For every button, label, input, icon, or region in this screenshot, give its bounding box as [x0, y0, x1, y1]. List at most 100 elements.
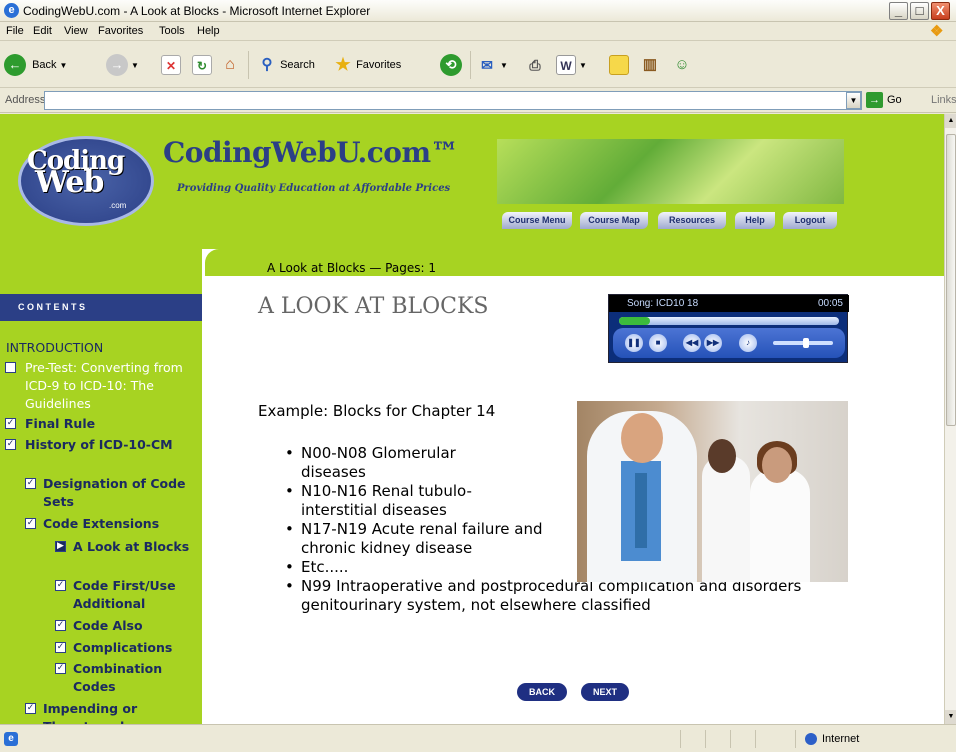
list-item: N17-N19 Acute renal failure and chronic …: [285, 520, 570, 558]
menu-view[interactable]: View: [64, 25, 88, 37]
address-bar: Address ▼ → Go Links: [0, 88, 956, 113]
print-button[interactable]: ⎙: [525, 52, 545, 78]
dropdown-arrow-icon[interactable]: ▼: [131, 61, 139, 70]
nav-course-map[interactable]: Course Map: [580, 212, 648, 229]
scroll-down-icon[interactable]: ▼: [945, 710, 956, 724]
list-item: N00-N08 Glomerular diseases: [285, 444, 500, 482]
close-button[interactable]: X: [931, 2, 950, 20]
forward-button[interactable]: → ▼: [106, 52, 139, 78]
status-bar: e Internet: [0, 724, 956, 752]
title-bar: e CodingWebU.com - A Look at Blocks - Mi…: [0, 0, 956, 22]
stop-button[interactable]: ✕: [161, 52, 181, 78]
song-time: 00:05: [817, 298, 843, 309]
dropdown-arrow-icon[interactable]: ▼: [579, 61, 587, 70]
windows-logo-icon: ❖: [930, 23, 944, 40]
dropdown-arrow-icon[interactable]: ▼: [60, 61, 68, 70]
home-button[interactable]: ⌂: [220, 52, 240, 78]
history-icon: ⟲: [440, 54, 462, 77]
star-icon: ★: [335, 55, 351, 75]
audio-player: Song: ICD10 18 00:05 ❚❚ ■ ◀◀ ▶▶ ♪: [608, 294, 849, 363]
messenger-button[interactable]: ☺: [672, 52, 692, 78]
seek-bar[interactable]: [619, 317, 839, 325]
discuss-button[interactable]: [609, 52, 629, 78]
list-item: N10-N16 Renal tubulo-interstitial diseas…: [285, 482, 525, 520]
next-icon[interactable]: ▶▶: [704, 334, 722, 352]
list-item: N99 Intraoperative and postprocedural co…: [285, 577, 845, 615]
volume-slider[interactable]: [773, 338, 833, 348]
site-brand: CodingWebU.com™: [163, 136, 459, 169]
favorites-button[interactable]: ★ Favorites: [333, 52, 401, 78]
mail-icon: ✉: [481, 57, 493, 74]
back-button[interactable]: ← Back ▼: [4, 52, 67, 78]
menu-edit[interactable]: Edit: [33, 25, 52, 37]
security-zone: Internet: [805, 733, 859, 746]
checkmark-icon: ✓: [5, 439, 16, 450]
history-button[interactable]: ⟲: [440, 52, 462, 78]
current-page-arrow-icon: ▶: [55, 541, 66, 552]
menu-bar: File Edit View Favorites Tools Help ❖: [0, 22, 956, 41]
stop-icon[interactable]: ■: [649, 334, 667, 352]
page-icon: e: [4, 732, 18, 746]
dropdown-arrow-icon[interactable]: ▼: [500, 61, 508, 70]
checkmark-icon: ✓: [25, 518, 36, 529]
home-icon: ⌂: [225, 56, 235, 74]
example-heading: Example: Blocks for Chapter 14: [258, 402, 496, 420]
checkmark-icon: ✓: [55, 642, 66, 653]
next-button[interactable]: NEXT: [581, 683, 630, 701]
printer-icon: ⎙: [529, 57, 541, 74]
address-dropdown-icon[interactable]: ▼: [846, 92, 861, 109]
back-arrow-icon: ←: [4, 54, 26, 77]
sidebar: CONTENTS INTRODUCTION Pre-Test: Converti…: [0, 249, 202, 724]
go-arrow-icon: →: [866, 92, 883, 108]
back-button[interactable]: BACK: [517, 683, 567, 701]
nav-resources[interactable]: Resources: [658, 212, 726, 229]
nav-logout[interactable]: Logout: [783, 212, 837, 229]
header-banner-image: [497, 139, 844, 204]
mail-button[interactable]: ✉ ▼: [477, 52, 508, 78]
menu-file[interactable]: File: [6, 25, 24, 37]
toolbar-separator: [470, 51, 471, 79]
nav-course-menu[interactable]: Course Menu: [502, 212, 572, 229]
research-button[interactable]: ▥: [640, 52, 660, 78]
books-icon: ▥: [642, 56, 658, 74]
player-info: Song: ICD10 18 00:05: [609, 295, 849, 312]
nav-help[interactable]: Help: [735, 212, 775, 229]
codingweb-logo[interactable]: Coding Web .com: [18, 136, 154, 226]
scroll-up-icon[interactable]: ▲: [945, 114, 956, 128]
refresh-icon: ↻: [192, 55, 212, 76]
vertical-scrollbar[interactable]: ▲ ▼: [944, 114, 956, 724]
globe-icon: [805, 733, 817, 746]
mute-icon[interactable]: ♪: [739, 334, 757, 352]
menu-help[interactable]: Help: [197, 25, 220, 37]
checkmark-icon: ✓: [25, 478, 36, 489]
page-title: A LOOK AT BLOCKS: [258, 294, 489, 319]
volume-knob[interactable]: [802, 338, 809, 348]
seek-progress: [619, 317, 650, 325]
ie-icon: e: [4, 3, 19, 18]
checkmark-icon: ✓: [5, 418, 16, 429]
stop-icon: ✕: [161, 55, 181, 76]
checkmark-icon: ✓: [55, 663, 66, 674]
menu-favorites[interactable]: Favorites: [98, 25, 143, 37]
page-info-bar: A Look at Blocks — Pages: 1: [205, 249, 944, 276]
go-button[interactable]: → Go: [866, 92, 902, 108]
checkmark-icon: ✓: [55, 620, 66, 631]
doctors-photo: [577, 401, 848, 582]
scroll-thumb[interactable]: [946, 134, 956, 426]
previous-icon[interactable]: ◀◀: [683, 334, 701, 352]
minimize-button[interactable]: _: [889, 2, 908, 20]
search-button[interactable]: ⚲ Search: [257, 52, 315, 78]
refresh-button[interactable]: ↻: [192, 52, 212, 78]
window-title: CodingWebU.com - A Look at Blocks - Micr…: [23, 4, 371, 18]
word-icon: W: [556, 55, 576, 76]
edit-button[interactable]: W ▼: [556, 52, 587, 78]
links-button[interactable]: Links: [931, 94, 956, 106]
maximize-button[interactable]: □: [910, 2, 929, 20]
unchecked-icon: [5, 362, 16, 373]
site-header: Coding Web .com CodingWebU.com™ Providin…: [0, 114, 944, 249]
pause-icon[interactable]: ❚❚: [625, 334, 643, 352]
address-input[interactable]: [44, 91, 862, 110]
menu-tools[interactable]: Tools: [159, 25, 185, 37]
page-info-text: A Look at Blocks — Pages: 1: [267, 261, 436, 275]
checkmark-icon: ✓: [55, 580, 66, 591]
